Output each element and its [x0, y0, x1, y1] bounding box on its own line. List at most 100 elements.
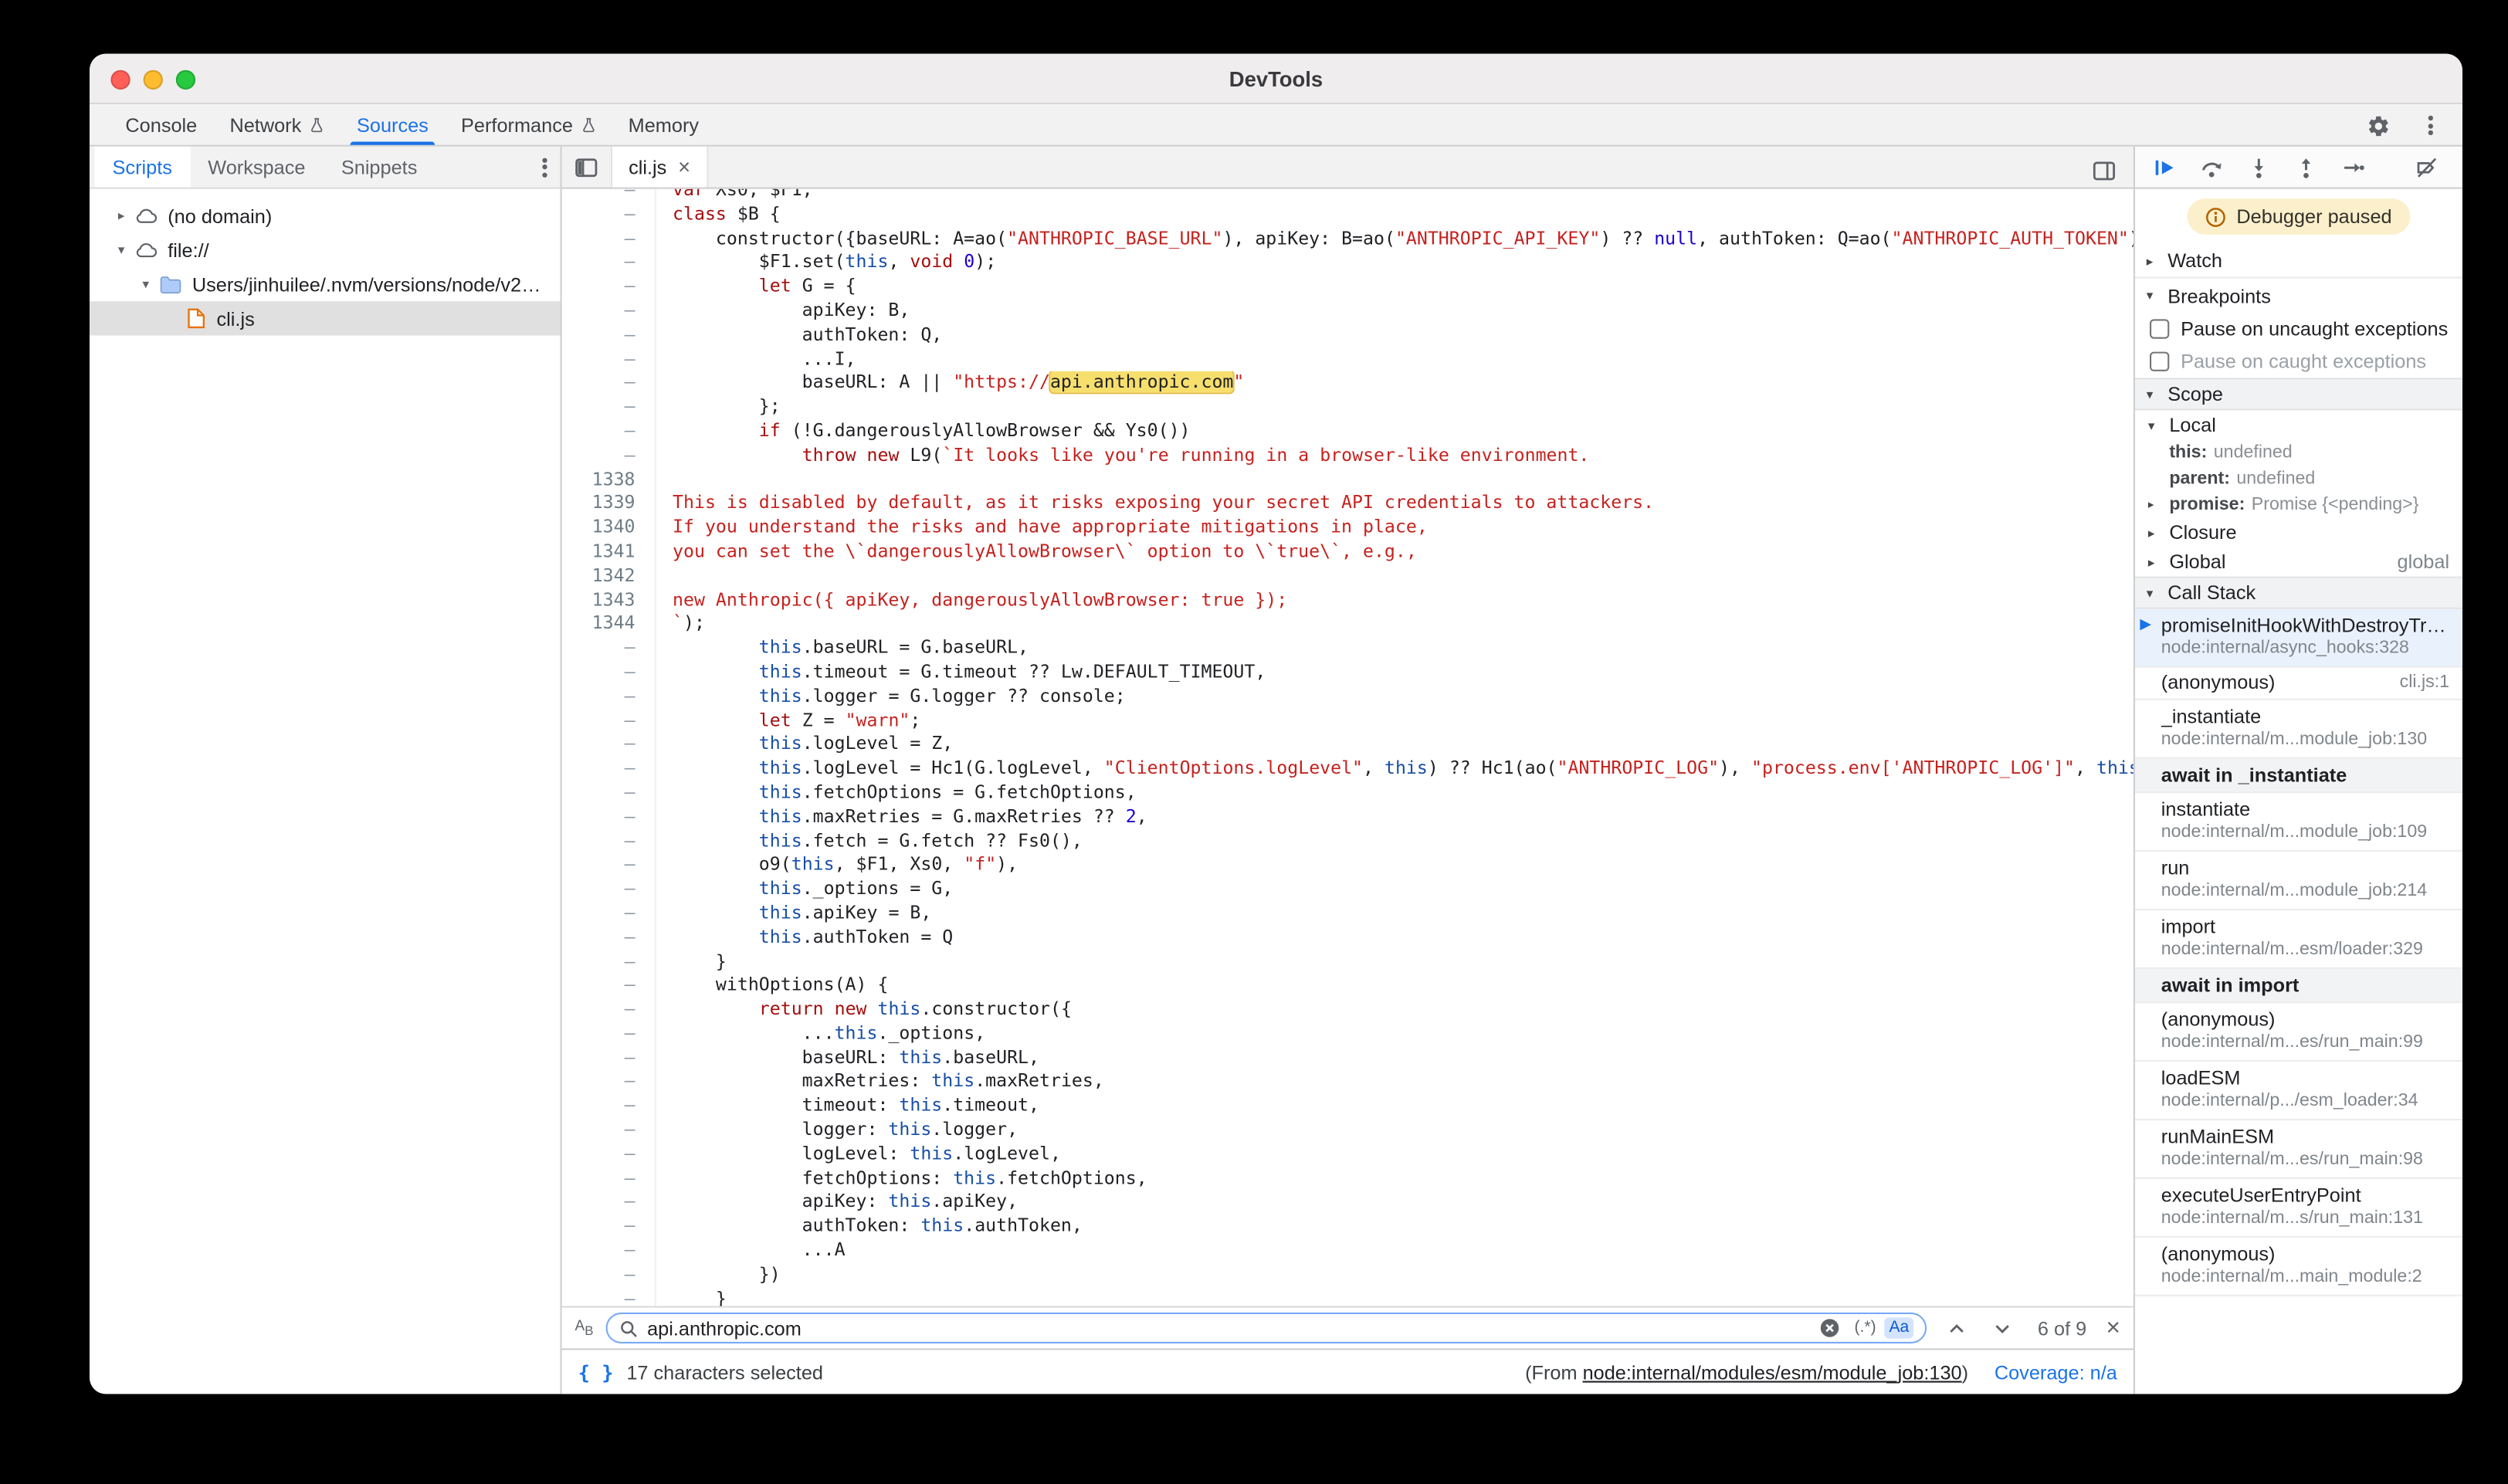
callstack-frame[interactable]: instantiatenode:internal/m...module_job:… [2135, 793, 2462, 852]
tab-sources[interactable]: Sources [341, 104, 445, 145]
scope-variable[interactable]: parent:undefined [2135, 466, 2462, 492]
line-number[interactable]: – [562, 637, 656, 661]
match-case-toggle[interactable]: Aa [1884, 1317, 1913, 1338]
line-number[interactable]: – [562, 781, 656, 805]
line-number[interactable]: – [562, 974, 656, 998]
line-number[interactable]: – [562, 1263, 656, 1287]
find-next-button[interactable] [1985, 1312, 2018, 1344]
line-number[interactable]: – [562, 396, 656, 420]
disclosure-collapsed-icon[interactable]: ▸ [2148, 498, 2169, 511]
toggle-navigator-button[interactable] [562, 147, 611, 188]
from-source-link[interactable]: node:internal/modules/esm/module_job:130 [1583, 1360, 1962, 1384]
pretty-print-button[interactable]: { } [578, 1360, 614, 1384]
callstack-section-header[interactable]: ▾ Call Stack [2135, 577, 2462, 609]
sidebar-tab-snippets[interactable]: Snippets [324, 147, 436, 188]
step-button[interactable] [2340, 154, 2367, 180]
callstack-frame[interactable]: (anonymous)cli.js:1 [2135, 668, 2462, 700]
tab-memory[interactable]: Memory [612, 104, 716, 145]
line-number[interactable]: – [562, 276, 656, 300]
tree-item-file[interactable]: ▾file:// [90, 233, 561, 267]
sidebar-tab-workspace[interactable]: Workspace [190, 147, 324, 188]
callstack-frame[interactable]: runnode:internal/m...module_job:214 [2135, 852, 2462, 910]
code-editor[interactable]: –var Xs0, $F1;–class $B {– constructor({… [562, 189, 2133, 1306]
line-number[interactable]: – [562, 710, 656, 734]
line-number[interactable]: – [562, 878, 656, 902]
line-number[interactable]: – [562, 1239, 656, 1263]
line-number[interactable]: – [562, 998, 656, 1022]
callstack-frame[interactable]: executeUserEntryPointnode:internal/m...s… [2135, 1179, 2462, 1238]
scope-variable[interactable]: this:undefined [2135, 439, 2462, 466]
breakpoint-option[interactable]: Pause on caught exceptions [2135, 345, 2462, 378]
line-number[interactable]: 1338 [562, 468, 656, 492]
line-number[interactable]: – [562, 1022, 656, 1046]
line-number[interactable]: – [562, 227, 656, 251]
checkbox-unchecked[interactable] [2150, 319, 2169, 338]
line-number[interactable]: – [562, 685, 656, 709]
line-number[interactable]: – [562, 372, 656, 396]
watch-section-header[interactable]: ▸ Watch [2135, 244, 2462, 278]
line-number[interactable]: – [562, 757, 656, 781]
line-number[interactable]: – [562, 1046, 656, 1070]
callstack-frame[interactable]: _instantiatenode:internal/m...module_job… [2135, 700, 2462, 759]
line-number[interactable]: 1341 [562, 540, 656, 564]
line-number[interactable]: 1344 [562, 613, 656, 637]
toggle-debugger-sidebar-button[interactable] [2088, 154, 2120, 187]
disclosure-collapsed-icon[interactable]: ▸ [2148, 525, 2169, 540]
line-number[interactable]: – [562, 1288, 656, 1306]
tab-network[interactable]: Network [213, 104, 341, 145]
tree-item-no-domain[interactable]: ▸(no domain) [90, 198, 561, 232]
tab-performance[interactable]: Performance [445, 104, 612, 145]
breakpoint-option[interactable]: Pause on uncaught exceptions [2135, 313, 2462, 345]
scope-group-local[interactable]: ▾Local [2135, 410, 2462, 439]
line-number[interactable]: – [562, 324, 656, 347]
callstack-frame[interactable]: runMainESMnode:internal/m...es/run_main:… [2135, 1120, 2462, 1179]
line-number[interactable]: – [562, 734, 656, 757]
line-number[interactable]: – [562, 189, 656, 204]
coverage-link[interactable]: Coverage: n/a [1995, 1360, 2117, 1384]
scope-group-closure[interactable]: ▸Closure [2135, 518, 2462, 547]
line-number[interactable]: – [562, 854, 656, 878]
step-into-button[interactable] [2245, 154, 2272, 180]
line-number[interactable]: – [562, 661, 656, 685]
zoom-window-button[interactable] [176, 70, 195, 90]
tree-item-cli-js[interactable]: cli.js [90, 301, 561, 335]
settings-button[interactable] [2361, 109, 2394, 141]
callstack-frame[interactable]: (anonymous)node:internal/m...es/run_main… [2135, 1003, 2462, 1062]
breakpoints-section-header[interactable]: ▾ Breakpoints [2135, 279, 2462, 313]
clear-search-button[interactable] [1814, 1312, 1846, 1344]
checkbox-unchecked[interactable] [2150, 352, 2169, 371]
regex-toggle[interactable]: (.*) [1854, 1319, 1876, 1337]
line-number[interactable]: – [562, 926, 656, 950]
sidebar-tab-scripts[interactable]: Scripts [94, 147, 190, 188]
disclosure-collapsed-icon[interactable]: ▸ [2148, 554, 2169, 569]
line-number[interactable]: – [562, 805, 656, 829]
callstack-frame[interactable]: ▶promiseInitHookWithDestroyTr…node:inter… [2135, 609, 2462, 668]
line-number[interactable]: – [562, 1119, 656, 1143]
step-out-button[interactable] [2293, 154, 2320, 180]
line-number[interactable]: – [562, 203, 656, 227]
resume-button[interactable] [2151, 154, 2178, 180]
more-options-button[interactable] [2414, 109, 2446, 141]
tab-console[interactable]: Console [109, 104, 213, 145]
close-window-button[interactable] [110, 70, 130, 90]
minimize-window-button[interactable] [144, 70, 163, 90]
disclosure-expanded-icon[interactable]: ▾ [135, 277, 156, 292]
search-input[interactable] [647, 1316, 1805, 1340]
callstack-frame[interactable]: (anonymous)node:internal/m...main_module… [2135, 1238, 2462, 1296]
line-number[interactable]: – [562, 347, 656, 371]
line-number[interactable]: – [562, 1191, 656, 1215]
disclosure-expanded-icon[interactable]: ▾ [2148, 418, 2169, 432]
close-tab-icon[interactable]: × [678, 156, 690, 177]
tree-item-users-jinhuilee-nvm-versions-node-v2[interactable]: ▾Users/jinhuilee/.nvm/versions/node/v2… [90, 267, 561, 301]
scope-section-header[interactable]: ▾ Scope [2135, 378, 2462, 410]
line-number[interactable]: – [562, 1071, 656, 1095]
line-number[interactable]: 1339 [562, 493, 656, 517]
line-number[interactable]: 1342 [562, 564, 656, 588]
scope-group-global[interactable]: ▸Globalglobal [2135, 547, 2462, 577]
line-number[interactable]: – [562, 902, 656, 926]
line-number[interactable]: – [562, 444, 656, 468]
line-number[interactable]: – [562, 420, 656, 444]
disclosure-collapsed-icon[interactable]: ▸ [110, 208, 131, 223]
disclosure-expanded-icon[interactable]: ▾ [110, 242, 131, 257]
line-number[interactable]: – [562, 1095, 656, 1119]
